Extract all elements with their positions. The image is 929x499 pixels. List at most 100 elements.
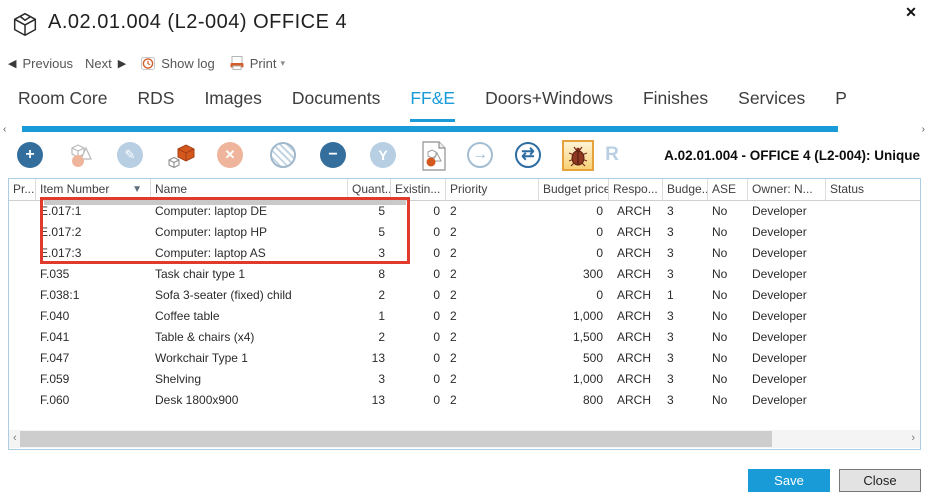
cell-status [826,369,920,390]
table-row-f038-1[interactable]: F.038:1 Sofa 3-seater (fixed) child 2 0 … [9,285,920,306]
tab-documents[interactable]: Documents [292,88,381,122]
tab-scroll-left-icon[interactable]: ‹ [3,124,6,135]
col-pr[interactable]: Pr... [9,179,36,200]
edit-pencil-icon[interactable]: ✎ [117,142,143,168]
cell-item-number: F.060 [36,390,151,411]
cell-budget: 3 [663,306,708,327]
cell-ase: No [708,264,748,285]
col-responsible[interactable]: Respo... [609,179,663,200]
table-scroll-right-icon[interactable]: › [911,432,915,444]
cell-budget: 1 [663,285,708,306]
tab-room-core[interactable]: Room Core [18,88,107,122]
next-label: Next [85,56,112,71]
cell-pr [9,201,36,222]
table-row-f040[interactable]: F.040 Coffee table 1 0 2 1,000 ARCH 3 No… [9,306,920,327]
tab-p-cutoff[interactable]: P [835,88,847,122]
print-button[interactable]: Print ▾ [215,55,285,71]
save-button[interactable]: Save [748,469,830,492]
cell-item-number: F.035 [36,264,151,285]
cell-priority: 2 [446,390,539,411]
remove-minus-icon[interactable]: − [320,142,346,168]
tab-scroll-right-icon[interactable]: › [922,124,925,135]
cell-budget-price: 800 [539,390,609,411]
tab-scrollbar-thumb[interactable] [22,126,838,132]
col-owner[interactable]: Owner: N... [748,179,826,200]
report-document-icon[interactable] [421,140,447,172]
add-item-button[interactable]: + [17,142,43,168]
delete-x-icon[interactable]: ✕ [217,142,243,168]
col-quantity[interactable]: Quant... [348,179,391,200]
tab-doors-windows[interactable]: Doors+Windows [485,88,613,122]
tab-ffe[interactable]: FF&E [410,88,455,122]
next-button[interactable]: Next ▶ [79,56,126,71]
cell-status [826,390,920,411]
cell-item-number: F.040 [36,306,151,327]
cell-pr [9,327,36,348]
cell-pr [9,243,36,264]
cell-priority: 2 [446,306,539,327]
cell-priority: 2 [446,201,539,222]
cell-name: Shelving [151,369,348,390]
table-scroll-left-icon[interactable]: ‹ [13,432,17,444]
tab-scrollbar[interactable]: ‹ › [0,124,929,136]
table-row-f059[interactable]: F.059 Shelving 3 0 2 1,000 ARCH 3 No Dev… [9,369,920,390]
tab-rds[interactable]: RDS [137,88,174,122]
geometry-shapes-icon[interactable] [64,140,96,172]
forward-arrow-icon[interactable]: → [467,142,493,168]
cell-quantity: 13 [348,348,391,369]
col-budget-price[interactable]: Budget price [539,179,609,200]
cell-status [826,306,920,327]
cell-priority: 2 [446,327,539,348]
revit-r-icon[interactable]: R [600,143,624,167]
tab-finishes[interactable]: Finishes [643,88,708,122]
cell-item-number: E.017:3 [36,243,151,264]
table-horizontal-scrollbar[interactable]: ‹ › [9,430,920,448]
cell-status [826,327,920,348]
page-title: A.02.01.004 (L2-004) OFFICE 4 [48,11,347,34]
cell-budget-price: 300 [539,264,609,285]
cell-budget: 3 [663,201,708,222]
bug-filter-button-active[interactable] [562,140,594,171]
show-log-button[interactable]: Show log [126,55,214,71]
disabled-hatched-icon[interactable] [270,142,296,168]
col-status[interactable]: Status [826,179,920,200]
cell-ase: No [708,327,748,348]
cell-existing: 0 [391,327,446,348]
cell-responsible: ARCH [609,264,663,285]
col-item-number[interactable]: Item Number▼ [36,179,151,200]
tab-images[interactable]: Images [204,88,261,122]
cell-budget: 3 [663,264,708,285]
cell-existing: 0 [391,264,446,285]
col-name[interactable]: Name [151,179,348,200]
sort-desc-icon: ▼ [132,179,142,200]
cell-item-number: E.017:2 [36,222,151,243]
table-scrollbar-thumb[interactable] [20,431,772,447]
product-cube-icon[interactable] [165,140,197,172]
col-ase[interactable]: ASE [708,179,748,200]
sync-arrows-icon[interactable]: ⇄ [515,142,541,168]
cell-pr [9,264,36,285]
table-row-e017-3[interactable]: E.017:3 Computer: laptop AS 3 0 2 0 ARCH… [9,243,920,264]
table-row-f060[interactable]: F.060 Desk 1800x900 13 0 2 800 ARCH 3 No… [9,390,920,411]
table-row-f041[interactable]: F.041 Table & chairs (x4) 2 0 2 1,500 AR… [9,327,920,348]
cell-quantity: 2 [348,327,391,348]
table-row-e017-2[interactable]: E.017:2 Computer: laptop HP 5 0 2 0 ARCH… [9,222,920,243]
cell-name: Sofa 3-seater (fixed) child [151,285,348,306]
col-priority[interactable]: Priority [446,179,539,200]
tab-bar: Room Core RDS Images Documents FF&E Door… [18,88,929,122]
table-row-f047[interactable]: F.047 Workchair Type 1 13 0 2 500 ARCH 3… [9,348,920,369]
cell-budget-price: 1,000 [539,369,609,390]
tab-services[interactable]: Services [738,88,805,122]
cell-priority: 2 [446,348,539,369]
cell-priority: 2 [446,285,539,306]
table-row-f035[interactable]: F.035 Task chair type 1 8 0 2 300 ARCH 3… [9,264,920,285]
cell-status [826,285,920,306]
close-icon[interactable]: ✕ [901,2,921,22]
merge-y-icon[interactable]: Y [370,142,396,168]
cell-priority: 2 [446,243,539,264]
close-button[interactable]: Close [839,469,921,492]
previous-button[interactable]: ◀ Previous [8,56,79,71]
col-budget[interactable]: Budge... [663,179,708,200]
cell-priority: 2 [446,222,539,243]
col-existing[interactable]: Existin... [391,179,446,200]
